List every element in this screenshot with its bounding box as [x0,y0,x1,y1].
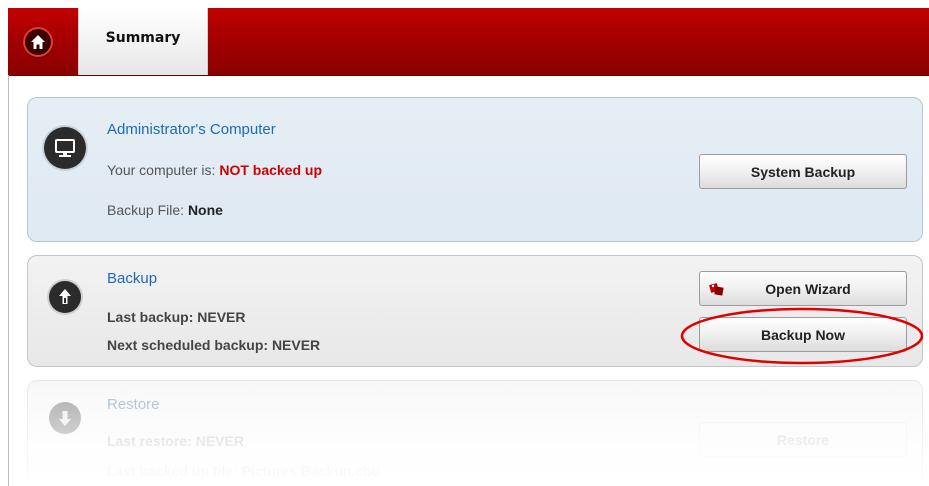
tab-summary[interactable]: Summary [78,8,208,75]
monitor-icon [44,127,86,169]
restore-button[interactable]: Restore [699,422,907,457]
next-backup-line: Next scheduled backup: NEVER [107,337,320,353]
open-wizard-button[interactable]: Open Wizard [699,271,907,306]
next-backup-label: Next scheduled backup: [107,337,272,353]
last-backup-value: NEVER [197,309,246,325]
last-backed-file-line: Last backed up file: Pictures Backup.cbu [107,463,380,479]
last-restore-line: Last restore: NEVER [107,433,244,449]
last-restore-label: Last restore: [107,433,196,449]
backup-now-label: Backup Now [760,326,845,343]
backup-now-button[interactable]: Backup Now [699,317,907,352]
next-backup-value: NEVER [271,337,321,353]
restore-title: Restore [107,396,160,413]
backup-upload-icon [49,281,81,313]
restore-label: Restore [776,431,830,448]
last-backed-file-label: Last backed up file: [107,463,242,479]
last-backup-line: Last backup: NEVER [107,309,245,325]
last-backup-label: Last backup: [107,309,198,325]
computer-status: Your computer is: NOT backed up [107,162,322,178]
backup-file-label: Backup File: [107,202,188,218]
computer-title: Administrator's Computer [107,121,276,138]
computer-status-value: NOT backed up [219,162,323,178]
backup-title: Backup [107,270,158,287]
last-backed-file-value: Pictures Backup.cbu [241,463,381,479]
system-backup-label: System Backup [750,163,856,180]
computer-status-label: Your computer is: [107,162,220,178]
backup-file-value: None [187,202,223,218]
last-restore-value: NEVER [195,433,244,449]
wizard-icon [709,283,724,296]
tab-summary-label: Summary [105,29,181,46]
backup-file-line: Backup File: None [107,202,223,218]
open-wizard-label: Open Wizard [765,280,851,297]
home-button[interactable] [23,27,53,57]
restore-download-icon [49,402,81,434]
home-icon [31,35,45,49]
system-backup-button[interactable]: System Backup [699,154,907,189]
